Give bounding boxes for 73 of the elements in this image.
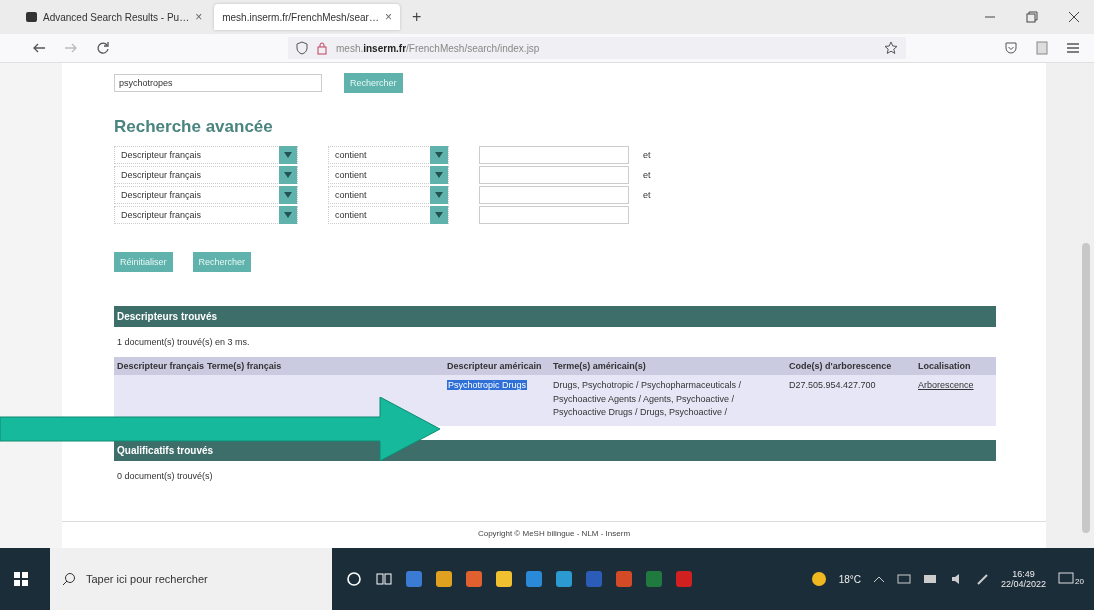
taskbar-search-field[interactable]: Taper ici pour rechercher	[50, 548, 332, 610]
descriptor-link[interactable]: Psychotropic Drugs	[447, 380, 528, 390]
pocket-icon[interactable]	[1004, 41, 1018, 55]
taskbar-app-icon[interactable]	[646, 571, 662, 587]
term-input[interactable]	[479, 165, 629, 184]
connector-label: et	[643, 169, 651, 180]
column-header: Terme(s) américain(s)	[550, 357, 786, 375]
column-header: Descripteur américain	[444, 357, 550, 375]
term-input[interactable]	[479, 185, 629, 204]
task-view-icon[interactable]	[376, 572, 392, 586]
browser-tab[interactable]: mesh.inserm.fr/FrenchMesh/sear… ×	[214, 4, 400, 30]
chevron-up-icon[interactable]	[873, 575, 886, 583]
taskbar-app-icon[interactable]	[406, 571, 422, 587]
address-bar[interactable]: mesh.inserm.fr/FrenchMesh/search/index.jsp	[288, 37, 906, 59]
operator-dropdown[interactable]: contient	[328, 165, 449, 184]
back-icon[interactable]	[32, 42, 46, 54]
new-tab-button[interactable]: +	[403, 8, 430, 26]
windows-start-icon[interactable]	[14, 572, 28, 586]
table-cell: Drugs, Psychotropic / Psychopharmaceuticals / Psychoactive Agents / Agents, Psychoactive / Psychoactive Drugs / Drugs, Psychoactive /	[553, 380, 742, 417]
star-icon[interactable]	[884, 41, 898, 55]
cortana-circle-icon[interactable]	[346, 571, 362, 587]
result-count: 0 document(s) trouvé(s)	[117, 470, 214, 481]
network-icon[interactable]	[897, 573, 912, 585]
operator-dropdown[interactable]: contient	[328, 185, 449, 204]
copyright-text: Copyright © MeSH bilingue - NLM - Inserm	[477, 528, 631, 538]
reload-icon[interactable]	[96, 41, 110, 55]
connector-label: et	[643, 189, 651, 200]
table-cell: D27.505.954.427.700	[789, 380, 876, 390]
browser-tab[interactable]: Advanced Search Results - Pu… ×	[18, 4, 211, 30]
column-header: Terme(s) français	[204, 357, 444, 375]
pen-icon[interactable]	[977, 573, 990, 585]
operator-dropdown[interactable]: contient	[328, 205, 449, 224]
column-header: Code(s) d'arborescence	[786, 357, 915, 375]
field-dropdown[interactable]: Descripteur français	[114, 185, 298, 204]
column-header: Localisation	[915, 357, 996, 375]
shield-icon	[296, 41, 308, 55]
taskbar-app-icon[interactable]	[676, 571, 692, 587]
tree-link[interactable]: Arborescence	[918, 380, 974, 390]
taskbar-app-icon[interactable]	[466, 571, 482, 587]
operator-dropdown[interactable]: contient	[328, 145, 449, 164]
taskbar-app-icon[interactable]	[496, 571, 512, 587]
scrollbar-thumb[interactable]	[1082, 243, 1090, 533]
clock-time[interactable]: 16:49	[1012, 569, 1035, 579]
search-icon	[62, 572, 76, 586]
column-header: Descripteur français	[114, 357, 204, 375]
document-icon[interactable]	[1036, 41, 1048, 55]
search-field[interactable]: psychotropes	[114, 74, 322, 92]
term-input[interactable]	[479, 205, 629, 224]
taskbar-app-icon[interactable]	[586, 571, 602, 587]
menu-icon[interactable]	[1066, 42, 1080, 54]
close-icon[interactable]: ×	[384, 10, 392, 24]
term-input[interactable]	[479, 145, 629, 164]
page-icon	[26, 12, 37, 22]
restore-icon[interactable]	[1026, 11, 1038, 23]
temperature-text: 18°C	[838, 573, 862, 585]
clock-date[interactable]: 22/04/2022	[1001, 579, 1047, 589]
taskbar-app-icon[interactable]	[526, 571, 542, 587]
taskbar-app-icon[interactable]	[616, 571, 632, 587]
section-header: Descripteurs trouvés	[114, 306, 996, 327]
forward-icon[interactable]	[64, 42, 78, 54]
connector-label: et	[643, 149, 651, 160]
field-dropdown[interactable]: Descripteur français	[114, 165, 298, 184]
field-dropdown[interactable]: Descripteur français	[114, 145, 298, 164]
close-icon[interactable]	[1068, 11, 1080, 23]
field-dropdown[interactable]: Descripteur français	[114, 205, 298, 224]
taskbar-app-icon[interactable]	[436, 571, 452, 587]
result-count: 1 document(s) trouvé(s) en 3 ms.	[117, 337, 251, 347]
lock-icon	[316, 41, 328, 55]
section-title: Recherche avancée	[114, 117, 274, 137]
section-header: Qualificatifs trouvés	[114, 439, 996, 461]
weather-sun-icon	[810, 571, 827, 587]
close-icon[interactable]: ×	[195, 10, 203, 24]
taskbar-app-icon[interactable]	[556, 571, 572, 587]
